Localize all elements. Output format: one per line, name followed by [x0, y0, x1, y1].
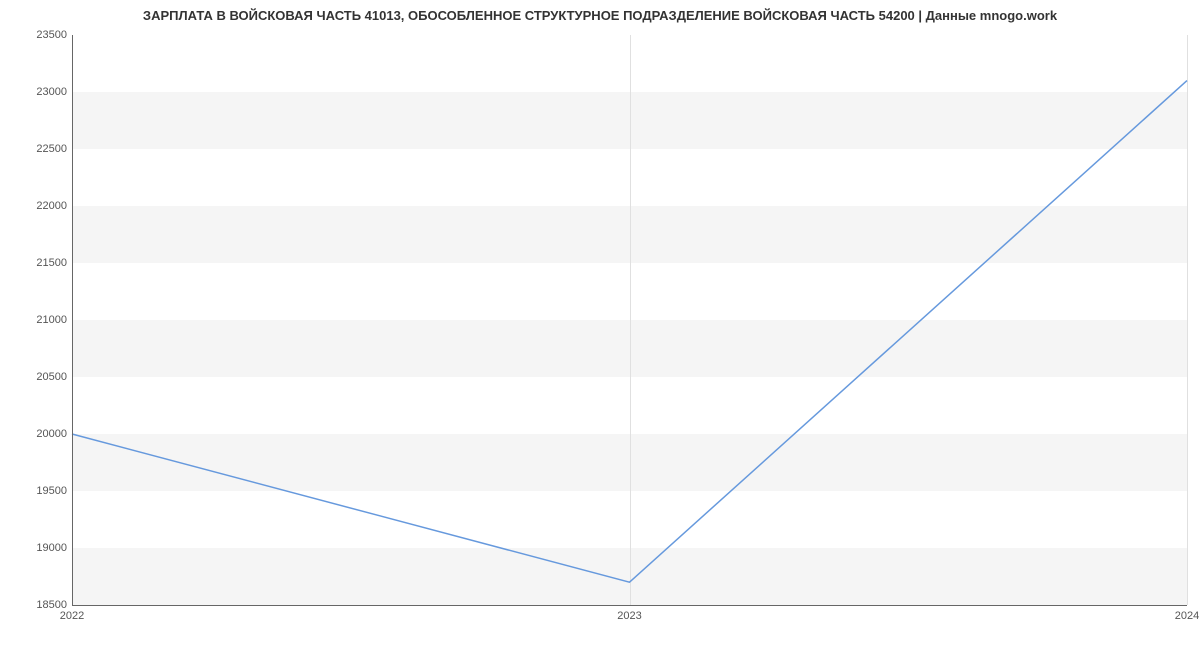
y-axis-line	[72, 35, 73, 605]
y-tick-label: 22000	[7, 200, 67, 212]
y-tick-label: 18500	[7, 599, 67, 611]
x-tick-label: 2024	[1175, 610, 1199, 622]
grid-line-vertical	[1187, 35, 1188, 605]
chart-container: ЗАРПЛАТА В ВОЙСКОВАЯ ЧАСТЬ 41013, ОБОСОБ…	[0, 0, 1200, 650]
plot-area	[72, 35, 1187, 605]
line-series	[72, 35, 1187, 605]
y-tick-label: 20000	[7, 428, 67, 440]
chart-title: ЗАРПЛАТА В ВОЙСКОВАЯ ЧАСТЬ 41013, ОБОСОБ…	[0, 0, 1200, 28]
x-axis-line	[72, 605, 1187, 606]
y-tick-label: 22500	[7, 143, 67, 155]
x-tick-label: 2022	[60, 610, 84, 622]
y-tick-label: 21000	[7, 314, 67, 326]
y-tick-label: 23000	[7, 86, 67, 98]
y-tick-label: 20500	[7, 371, 67, 383]
y-tick-label: 23500	[7, 29, 67, 41]
x-tick-label: 2023	[617, 610, 641, 622]
y-tick-label: 19500	[7, 485, 67, 497]
y-tick-label: 19000	[7, 542, 67, 554]
y-tick-label: 21500	[7, 257, 67, 269]
